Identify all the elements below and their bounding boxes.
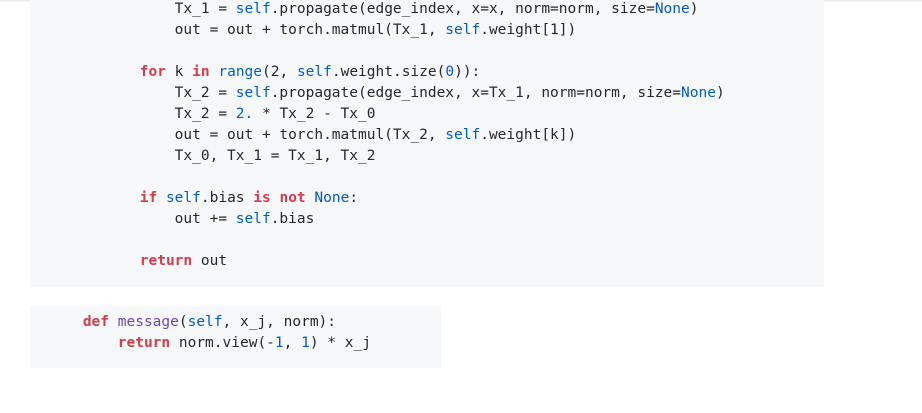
code-line: return norm.view(-1, 1) * x_j [118,333,371,354]
code-line: out = out + torch.matmul(Tx_2, self.weig… [175,125,577,146]
code-token: 0 [445,64,455,80]
code-token: ( [178,314,188,330]
code-token: (2, [262,64,297,80]
code-token: return [117,335,171,351]
code-token: None [681,85,716,101]
code-token: self [445,127,481,143]
code-token: , x_j, norm): [222,314,337,330]
code-token: 1 [301,335,310,351]
code-line: out = out + torch.matmul(Tx_1, self.weig… [175,20,577,41]
code-token: out [192,253,228,269]
code-token: return [139,253,193,269]
code-token: .bias [270,211,315,227]
code-token: out = out + torch.matmul(Tx_1, [174,22,446,38]
code-token: Tx_2 = [174,106,236,122]
code-token: None [654,1,690,17]
code-token: self [445,22,481,38]
code-token: self [235,1,271,17]
code-line: Tx_1 = self.propagate(edge_index, x=x, n… [175,0,699,20]
code-token: self [296,64,332,80]
code-token: Tx_0, Tx_1 = Tx_1, Tx_2 [174,148,376,164]
code-token: .weight[k]) [480,127,577,143]
code-token: range [218,64,263,80]
code-token: is [253,190,271,206]
code-token: ) [689,1,699,17]
code-token: message [117,314,179,330]
code-token: ) * x_j [309,335,371,351]
code-token: .weight[1]) [480,22,577,38]
code-line: def message(self, x_j, norm): [83,312,336,333]
code-line: if self.bias is not None: [140,188,358,209]
code-token: if [139,190,158,206]
code-line: return out [140,251,227,272]
code-token: Tx_1 = [174,1,236,17]
code-line: Tx_2 = 2. * Tx_2 - Tx_0 [175,104,376,125]
code-token: .bias [200,190,254,206]
code-token: .propagate(edge_index, x=Tx_1, norm=norm… [270,85,682,101]
code-token: self [235,211,271,227]
code-token: None [314,190,350,206]
code-token: in [192,64,210,80]
code-token: ) [715,85,725,101]
code-token: out = out + torch.matmul(Tx_2, [174,127,446,143]
code-block-message: def message(self, x_j, norm): return norm… [30,306,441,368]
code-line: for k in range(2, self.weight.size(0)): [140,62,481,83]
code-block-forward: Tx_1 = self.propagate(edge_index, x=x, n… [30,0,824,287]
code-token: Tx_2 = [174,85,236,101]
code-token: norm.view(- [170,335,275,351]
code-token: .weight.size( [331,64,446,80]
code-token: for [139,64,166,80]
code-line: out += self.bias [175,209,315,230]
code-token: , [283,335,302,351]
code-token: k [165,64,193,80]
code-token: )): [454,64,481,80]
code-token: * Tx_2 - Tx_0 [253,106,376,122]
code-token: .propagate(edge_index, x=x, norm=norm, s… [270,1,655,17]
code-token: self [165,190,201,206]
code-token: not [279,190,306,206]
code-token: 1 [274,335,284,351]
code-token: self [187,314,223,330]
code-token: def [82,314,110,330]
code-token: self [235,85,271,101]
code-token: : [349,190,359,206]
code-token: out += [174,211,236,227]
code-line: Tx_0, Tx_1 = Tx_1, Tx_2 [175,146,376,167]
code-line: Tx_2 = self.propagate(edge_index, x=Tx_1… [175,83,725,104]
code-token: 2. [235,106,254,122]
